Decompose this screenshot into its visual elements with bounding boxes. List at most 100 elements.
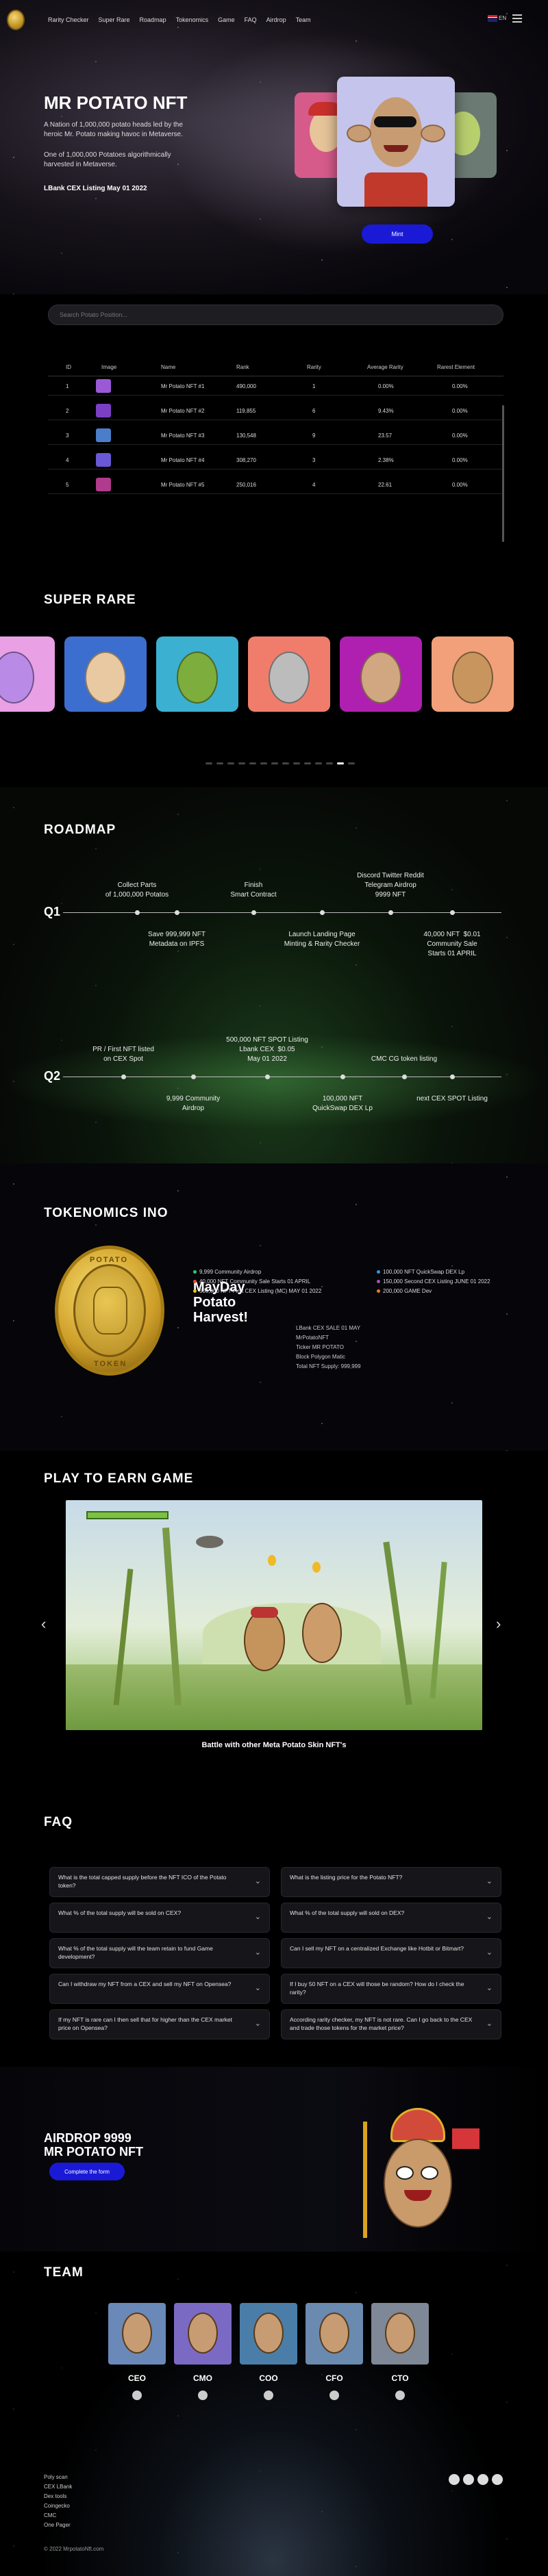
chevron-down-icon[interactable]: ⌄ xyxy=(255,1984,261,1992)
twitter-icon[interactable] xyxy=(132,2391,142,2400)
faq-item[interactable]: If my NFT is rare can I then sell that f… xyxy=(49,2009,270,2039)
legend-item: 9,999 Community Airdrop xyxy=(193,1269,261,1275)
footer-link[interactable]: One Pager xyxy=(44,2522,71,2528)
faq-item[interactable]: According rarity checker, my NFT is not … xyxy=(281,2009,501,2039)
faq-item[interactable]: If I buy 50 NFT on a CEX will those be r… xyxy=(281,1974,501,2004)
col-name: Name xyxy=(161,364,176,370)
game-caption: Battle with other Meta Potato Skin NFT's xyxy=(201,1741,347,1749)
coin-top-text: POTATO xyxy=(90,1256,128,1264)
nft-thumbnail[interactable] xyxy=(96,428,111,442)
super-rare-nft-card[interactable] xyxy=(156,636,238,712)
footer-link[interactable]: Dex tools xyxy=(44,2493,66,2499)
faq-question: Can I withdraw my NFT from a CEX and sel… xyxy=(58,1981,232,1987)
row-rarest-element: 0.00% xyxy=(452,383,468,389)
token-info-line: MrPotatoNFT xyxy=(296,1335,329,1341)
language-selector[interactable]: EN xyxy=(499,15,506,21)
play-to-earn-section: PLAY TO EARN GAME ‹ › Battle with other … xyxy=(0,1451,548,1779)
table-row[interactable]: 1 Mr Potato NFT #1 490,000 1 0.00% 0.00% xyxy=(48,376,503,396)
faq-item[interactable]: What is the total capped supply before t… xyxy=(49,1867,270,1897)
potato-token-coin: POTATO TOKEN xyxy=(55,1246,164,1376)
chevron-down-icon[interactable]: ⌄ xyxy=(486,1877,493,1885)
col-rank: Rank xyxy=(236,364,249,370)
super-rare-nft-card[interactable] xyxy=(340,636,422,712)
hamburger-icon[interactable] xyxy=(512,14,522,23)
twitter-icon[interactable] xyxy=(329,2391,339,2400)
bird xyxy=(196,1536,223,1548)
roadmap-milestone: Collect Parts of 1,000,000 Potatos xyxy=(105,881,169,899)
faq-question: What is the listing price for the Potato… xyxy=(290,1874,403,1881)
super-rare-nft-card[interactable] xyxy=(64,636,147,712)
telegram-icon[interactable] xyxy=(463,2474,474,2485)
twitter-icon[interactable] xyxy=(264,2391,273,2400)
discord-icon[interactable] xyxy=(477,2474,488,2485)
footer-link[interactable]: Poly scan xyxy=(44,2474,68,2480)
twitter-icon[interactable] xyxy=(395,2391,405,2400)
game-title: PLAY TO EARN GAME xyxy=(44,1471,194,1486)
nft-thumbnail[interactable] xyxy=(96,453,111,467)
chevron-down-icon[interactable]: ⌄ xyxy=(255,1948,261,1957)
chevron-down-icon[interactable]: ⌄ xyxy=(255,2020,261,2028)
timeline-dot xyxy=(320,910,325,915)
nav-item-super-rare[interactable]: Super Rare xyxy=(99,16,130,23)
super-rare-nft-card[interactable] xyxy=(248,636,330,712)
token-info-line: Total NFT Supply: 999,999 xyxy=(296,1363,361,1369)
nav-item-faq[interactable]: FAQ xyxy=(245,16,257,23)
roadmap-milestone: 9,999 Community Airdrop xyxy=(166,1095,221,1112)
twitter-icon[interactable] xyxy=(198,2391,208,2400)
faq-item[interactable]: What is the listing price for the Potato… xyxy=(281,1867,501,1897)
faq-item[interactable]: Can I withdraw my NFT from a CEX and sel… xyxy=(49,1974,270,2004)
roadmap-milestone: Save 999,999 NFT Metadata on IPFS xyxy=(148,931,206,948)
search-input[interactable] xyxy=(48,305,503,325)
nav-item-tokenomics[interactable]: Tokenomics xyxy=(176,16,209,23)
legend-label: 100,000 NFT QuickSwap DEX Lp xyxy=(383,1269,465,1275)
airdrop-title: AIRDROP 9999 MR POTATO NFT xyxy=(44,2131,143,2159)
chevron-down-icon[interactable]: ⌄ xyxy=(486,1984,493,1992)
faq-item[interactable]: What % of the total supply will the team… xyxy=(49,1938,270,1968)
nav-item-airdrop[interactable]: Airdrop xyxy=(266,16,286,23)
nft-thumbnail[interactable] xyxy=(96,404,111,417)
row-average-rarity: 9.43% xyxy=(378,408,394,414)
table-row[interactable]: 4 Mr Potato NFT #4 308,270 3 2.38% 0.00% xyxy=(48,450,503,469)
footer-link[interactable]: CEX LBank xyxy=(44,2484,72,2490)
uk-flag-icon[interactable] xyxy=(488,15,497,22)
table-row[interactable]: 5 Mr Potato NFT #5 250,016 4 22.61 0.00% xyxy=(48,475,503,494)
faq-item[interactable]: What % of the total supply will be sold … xyxy=(49,1903,270,1933)
chevron-down-icon[interactable]: ⌄ xyxy=(486,1948,493,1957)
nft-thumbnail[interactable] xyxy=(96,379,111,393)
potato-coin-logo[interactable] xyxy=(7,10,25,30)
row-average-rarity: 22.61 xyxy=(378,482,393,488)
legend-item: 100,000 NFT QuickSwap DEX Lp xyxy=(377,1269,464,1275)
chevron-down-icon[interactable]: ⌄ xyxy=(255,1913,261,1921)
table-row[interactable]: 3 Mr Potato NFT #3 130,548 9 23.57 0.00% xyxy=(48,426,503,445)
chevron-down-icon[interactable]: ⌄ xyxy=(486,1913,493,1921)
nav-item-rarity-checker[interactable]: Rarity Checker xyxy=(48,16,89,23)
faq-item[interactable]: Can I sell my NFT on a centralized Excha… xyxy=(281,1938,501,1968)
q2-label: Q2 xyxy=(44,1069,61,1083)
chevron-left-icon[interactable]: ‹ xyxy=(41,1615,46,1633)
nav-item-roadmap[interactable]: Roadmap xyxy=(140,16,166,23)
row-rarest-element: 0.00% xyxy=(452,482,468,488)
table-row[interactable]: 2 Mr Potato NFT #2 119,855 6 9.43% 0.00% xyxy=(48,401,503,420)
faq-item[interactable]: What % of the total supply will sold on … xyxy=(281,1903,501,1933)
super-rare-nft-card[interactable] xyxy=(432,636,514,712)
hero-title: MR POTATO NFT xyxy=(44,92,188,113)
nav-item-team[interactable]: Team xyxy=(296,16,311,23)
twitter-icon[interactable] xyxy=(449,2474,460,2485)
chevron-down-icon[interactable]: ⌄ xyxy=(255,1877,261,1885)
super-rare-nft-card[interactable] xyxy=(0,636,55,712)
legend-item: 40,000 NFT Community Sale Starts 01 APRI… xyxy=(193,1278,310,1285)
instagram-icon[interactable] xyxy=(492,2474,503,2485)
nav-item-game[interactable]: Game xyxy=(218,16,235,23)
footer-link[interactable]: Coingecko xyxy=(44,2503,70,2509)
mint-button[interactable]: Mint xyxy=(362,224,433,244)
top-nav: Rarity Checker Super Rare Roadmap Tokenomic… xyxy=(0,0,548,41)
table-scrollbar[interactable] xyxy=(502,405,504,542)
chevron-right-icon[interactable]: › xyxy=(496,1615,501,1633)
carousel-dots[interactable] xyxy=(206,762,355,764)
chevron-down-icon[interactable]: ⌄ xyxy=(486,2020,493,2028)
crown xyxy=(390,2108,445,2142)
complete-form-button[interactable]: Complete the form xyxy=(49,2163,125,2180)
potato-character xyxy=(269,652,310,704)
nft-thumbnail[interactable] xyxy=(96,478,111,491)
footer-link[interactable]: CMC xyxy=(44,2512,56,2519)
